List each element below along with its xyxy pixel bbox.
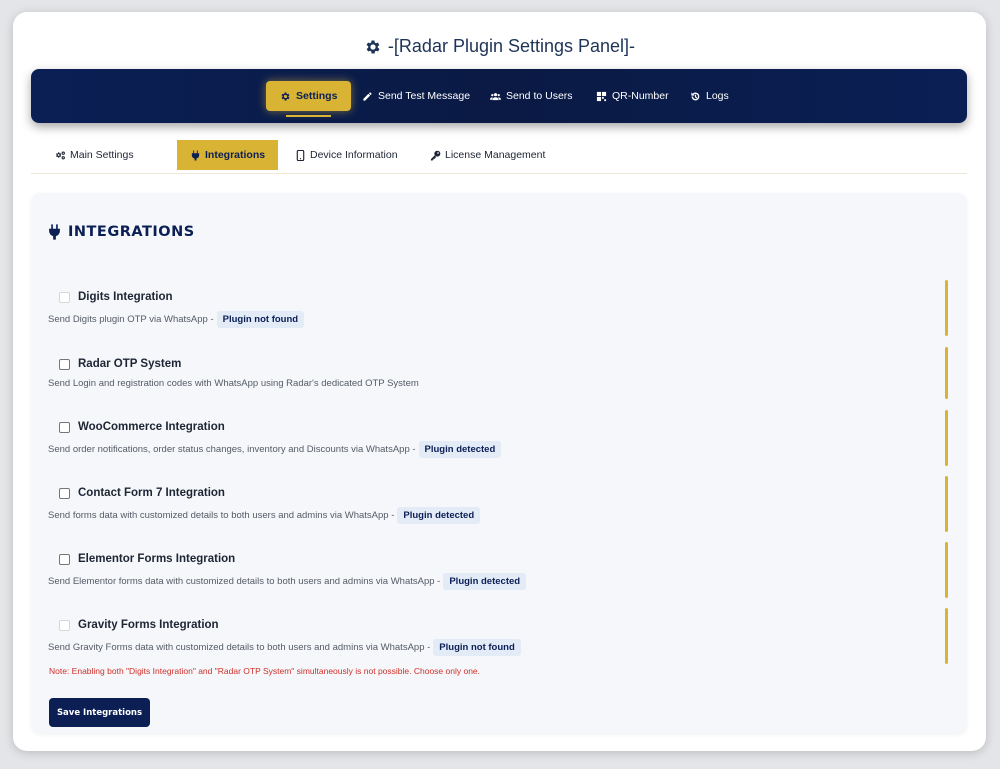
integration-description: Send Elementor forms data with customize… xyxy=(48,573,948,590)
history-icon xyxy=(691,91,700,100)
key-icon xyxy=(430,150,441,161)
gravity-forms-checkbox[interactable] xyxy=(59,619,70,631)
nav-send-test-message[interactable]: Send Test Message xyxy=(362,90,470,102)
tab-device-information[interactable]: Device Information xyxy=(282,140,411,170)
mobile-icon xyxy=(296,149,305,161)
accent-bar xyxy=(945,476,948,532)
integration-description: Send Gravity Forms data with customized … xyxy=(48,639,948,656)
warning-note: Note: Enabling both "Digits Integration"… xyxy=(49,666,481,676)
qr-icon xyxy=(596,91,607,101)
save-integrations-button[interactable]: Save Integrations xyxy=(49,698,150,727)
integration-name: Radar OTP System xyxy=(78,358,182,370)
nav-send-to-users-label: Send to Users xyxy=(506,90,573,102)
integration-description: Send forms data with customized details … xyxy=(48,507,948,524)
pencil-icon xyxy=(363,91,372,101)
integration-name: Elementor Forms Integration xyxy=(78,553,236,565)
integration-radar-otp: Radar OTP System Send Login and registra… xyxy=(48,347,948,399)
digits-checkbox[interactable] xyxy=(59,291,70,303)
integration-name: Contact Form 7 Integration xyxy=(78,487,225,499)
tab-license-management[interactable]: License Management xyxy=(417,140,558,170)
integration-elementor-forms: Elementor Forms Integration Send Element… xyxy=(48,542,948,598)
accent-bar xyxy=(945,410,948,466)
plug-icon xyxy=(49,224,60,240)
gear-icon xyxy=(281,92,290,100)
nav-settings[interactable]: Settings xyxy=(266,81,352,117)
nav-qr-number[interactable]: QR-Number xyxy=(596,90,669,102)
tab-bar: Main Settings Integrations Device Inform… xyxy=(31,140,967,174)
accent-bar xyxy=(945,280,948,336)
tab-device-information-label: Device Information xyxy=(310,149,398,161)
integration-digits: Digits Integration Send Digits plugin OT… xyxy=(48,280,948,336)
integration-description-text: Send order notifications, order status c… xyxy=(48,444,416,455)
tab-license-management-label: License Management xyxy=(445,149,546,161)
section-title-text: INTEGRATIONS xyxy=(68,224,195,240)
status-badge: Plugin detected xyxy=(443,573,527,590)
nav-send-test-message-label: Send Test Message xyxy=(378,90,471,102)
contact-form-7-checkbox[interactable] xyxy=(59,487,70,499)
section-title: INTEGRATIONS xyxy=(48,224,195,240)
status-badge: Plugin not found xyxy=(433,639,521,656)
integration-contact-form-7: Contact Form 7 Integration Send forms da… xyxy=(48,476,948,532)
integration-description: Send Digits plugin OTP via WhatsApp - Pl… xyxy=(48,311,948,328)
integration-description: Send Login and registration codes with W… xyxy=(48,378,948,389)
settings-card: -[Radar Plugin Settings Panel]- Settings… xyxy=(13,12,986,751)
integration-name: Gravity Forms Integration xyxy=(78,619,219,631)
integration-description-text: Send Login and registration codes with W… xyxy=(48,378,419,389)
status-badge: Plugin not found xyxy=(216,311,305,328)
accent-bar xyxy=(945,542,948,598)
nav-logs-label: Logs xyxy=(706,90,729,102)
integration-description-text: Send Gravity Forms data with customized … xyxy=(48,642,431,653)
gear-icon xyxy=(364,38,382,56)
integration-description-text: Send Elementor forms data with customize… xyxy=(48,576,441,587)
accent-bar xyxy=(945,347,948,399)
integration-description-text: Send Digits plugin OTP via WhatsApp - xyxy=(48,314,214,325)
tab-integrations[interactable]: Integrations xyxy=(177,140,279,170)
integration-name: WooCommerce Integration xyxy=(78,421,225,433)
integration-name: Digits Integration xyxy=(78,291,173,303)
status-badge: Plugin detected xyxy=(397,507,481,524)
status-badge: Plugin detected xyxy=(418,441,502,458)
top-navbar: Settings Send Test Message Send to Users… xyxy=(31,69,967,123)
woocommerce-checkbox[interactable] xyxy=(59,421,70,433)
elementor-forms-checkbox[interactable] xyxy=(59,553,70,565)
page-title: -[Radar Plugin Settings Panel]- xyxy=(13,36,986,57)
nav-settings-label: Settings xyxy=(296,90,338,102)
nav-logs[interactable]: Logs xyxy=(690,90,729,102)
integration-gravity-forms: Gravity Forms Integration Send Gravity F… xyxy=(48,608,948,664)
nav-qr-number-label: QR-Number xyxy=(612,90,669,102)
integration-description: Send order notifications, order status c… xyxy=(48,441,948,458)
gears-icon xyxy=(56,151,65,159)
accent-bar xyxy=(945,608,948,664)
users-icon xyxy=(490,92,501,100)
integration-description-text: Send forms data with customized details … xyxy=(48,510,395,521)
radar-otp-checkbox[interactable] xyxy=(59,358,70,370)
tab-integrations-label: Integrations xyxy=(205,149,266,161)
integrations-panel: INTEGRATIONS Digits Integration Send Dig… xyxy=(31,193,967,734)
tab-main-settings[interactable]: Main Settings xyxy=(42,140,147,170)
plug-icon xyxy=(191,149,200,161)
tab-main-settings-label: Main Settings xyxy=(70,149,134,161)
integration-woocommerce: WooCommerce Integration Send order notif… xyxy=(48,410,948,466)
page-title-text: -[Radar Plugin Settings Panel]- xyxy=(387,36,636,56)
nav-send-to-users[interactable]: Send to Users xyxy=(490,90,573,102)
